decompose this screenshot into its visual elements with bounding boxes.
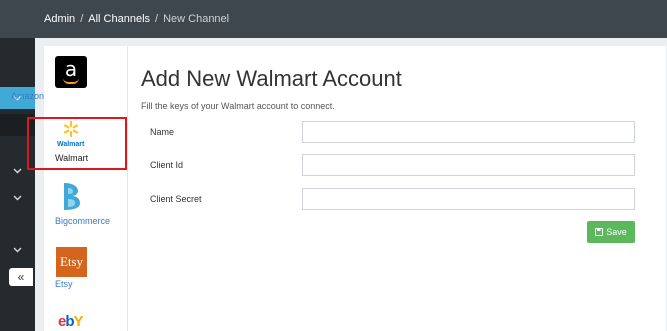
breadcrumb: Admin / All Channels / New Channel (44, 13, 229, 25)
client-secret-input[interactable] (302, 188, 635, 210)
client-id-input[interactable] (302, 154, 635, 176)
walmart-spark-icon[interactable] (63, 121, 79, 137)
page-title: Add New Walmart Account (141, 66, 402, 91)
channel-bigcommerce[interactable]: Bigcommerce (55, 216, 110, 226)
breadcrumb-separator: / (155, 13, 159, 25)
name-input[interactable] (302, 121, 635, 143)
left-nav: « (0, 38, 35, 331)
amazon-logo-icon[interactable]: a (55, 56, 87, 88)
channel-amazon[interactable]: Amazon (11, 91, 44, 101)
floppy-disk-icon (595, 228, 604, 236)
breadcrumb-admin[interactable]: Admin (44, 13, 75, 25)
name-label: Name (150, 127, 175, 137)
top-bar: Admin / All Channels / New Channel (0, 0, 667, 38)
save-button[interactable]: Save (587, 221, 635, 243)
client-secret-label: Client Secret (150, 194, 202, 204)
breadcrumb-separator: / (80, 13, 84, 25)
walmart-wordmark: Walmart (57, 141, 85, 148)
bigcommerce-logo-icon[interactable] (60, 181, 84, 211)
chevron-down-icon (13, 168, 22, 174)
double-chevron-left-icon: « (17, 270, 25, 284)
breadcrumb-all-channels[interactable]: All Channels (88, 13, 150, 25)
collapse-sidebar-button[interactable]: « (9, 268, 33, 286)
channel-etsy[interactable]: Etsy (55, 279, 73, 289)
chevron-down-icon (13, 195, 22, 201)
nav-expand-toggle[interactable] (0, 187, 35, 209)
etsy-logo-icon[interactable]: Etsy (56, 247, 87, 277)
channel-walmart[interactable]: Walmart (55, 153, 88, 163)
client-id-label: Client Id (150, 160, 184, 170)
chevron-down-icon (13, 247, 22, 253)
page-subtitle: Fill the keys of your Walmart account to… (141, 101, 335, 111)
save-button-label: Save (606, 227, 627, 237)
breadcrumb-current: New Channel (163, 13, 230, 25)
ebay-logo-icon[interactable]: ebY (58, 313, 84, 331)
nav-expand-toggle[interactable] (0, 239, 35, 261)
